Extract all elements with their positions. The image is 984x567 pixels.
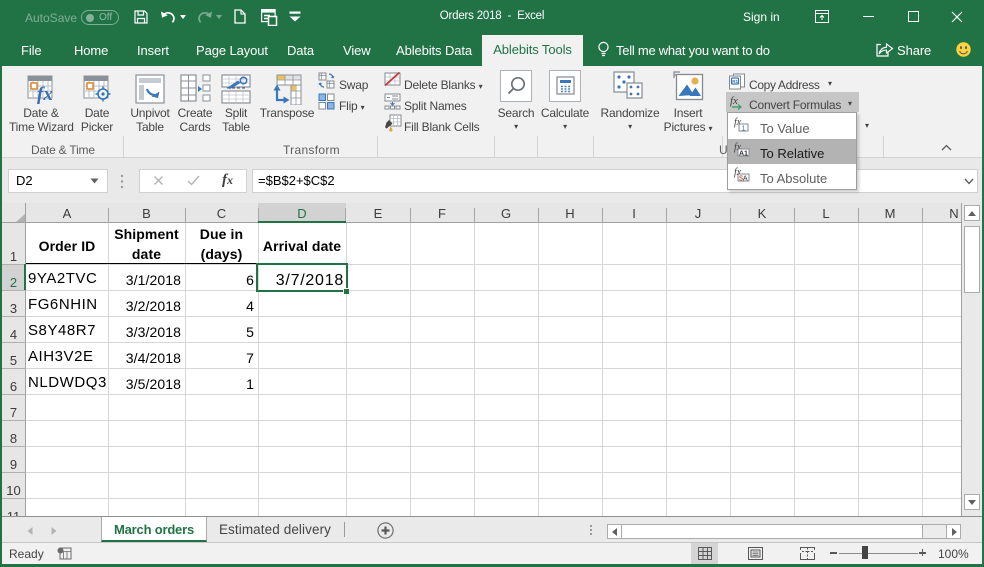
svg-text:R1: R1 [732, 79, 738, 84]
svg-text:1: 1 [742, 126, 746, 133]
svg-text:fx: fx [37, 84, 53, 104]
svg-text:fx: fx [730, 95, 738, 107]
svg-text:A1: A1 [739, 151, 748, 158]
svg-text:$A: $A [739, 176, 748, 183]
